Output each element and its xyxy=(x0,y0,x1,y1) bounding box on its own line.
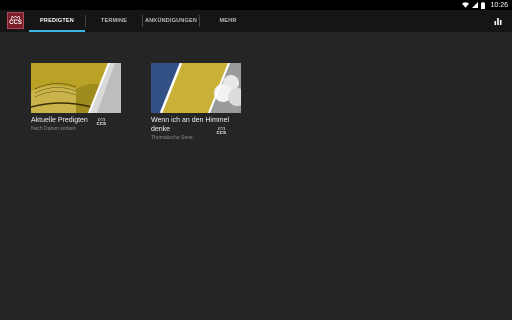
tab-label: TERMINE xyxy=(100,18,128,24)
wifi-icon xyxy=(462,2,470,8)
sermon-card-himmel[interactable]: CCS Wenn ich an den Himmel denke Themati… xyxy=(151,63,241,141)
badge-text: CCS xyxy=(216,130,226,135)
stats-button[interactable] xyxy=(492,15,504,27)
sky-clouds-image xyxy=(151,63,241,113)
app-bar: CCS PREDIGTEN TERMINE ANKÜNDIGUNGEN MEHR xyxy=(0,10,512,32)
tab-predigten[interactable]: PREDIGTEN xyxy=(29,10,85,32)
logo-text: CCS xyxy=(9,19,22,26)
tab-label: MEHR xyxy=(219,18,237,24)
app-logo[interactable]: CCS xyxy=(7,12,24,29)
status-bar: 10:26 xyxy=(0,0,512,10)
ccs-badge: CCS xyxy=(216,127,226,135)
tab-bar: PREDIGTEN TERMINE ANKÜNDIGUNGEN MEHR xyxy=(29,10,256,32)
card-subtitle: Thematische Serie xyxy=(151,135,193,141)
tab-label: PREDIGTEN xyxy=(40,18,74,24)
tab-ankuendigungen[interactable]: ANKÜNDIGUNGEN xyxy=(143,10,199,32)
tab-mehr[interactable]: MEHR xyxy=(200,10,256,32)
sermon-card-aktuelle-predigten[interactable]: CCS Aktuelle Predigten Nach Datum sortie… xyxy=(31,63,121,132)
status-time: 10:26 xyxy=(490,1,508,9)
battery-icon xyxy=(481,1,486,9)
bar-chart-icon xyxy=(494,18,502,25)
card-subtitle: Nach Datum sortiert xyxy=(31,126,76,132)
tab-termine[interactable]: TERMINE xyxy=(86,10,142,32)
card-title: Wenn ich an den Himmel denke xyxy=(151,117,230,133)
signal-icon xyxy=(472,2,479,8)
tab-label: ANKÜNDIGUNGEN xyxy=(144,18,198,24)
ccs-badge: CCS xyxy=(96,118,106,126)
card-title: Aktuelle Predigten xyxy=(31,117,88,124)
open-bible-image xyxy=(31,63,121,113)
badge-text: CCS xyxy=(96,121,106,126)
